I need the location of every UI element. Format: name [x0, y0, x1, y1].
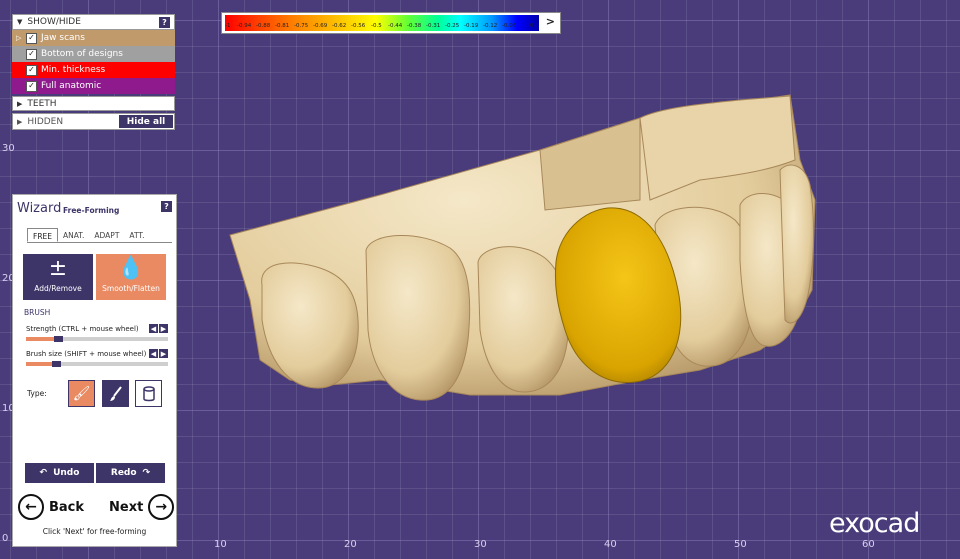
scale-tick: -0.69	[313, 23, 328, 29]
cylinder-icon	[142, 385, 155, 401]
redo-button[interactable]: Redo ↷	[96, 463, 165, 483]
brush-size-slider[interactable]	[26, 361, 168, 367]
type-label: Type:	[27, 389, 47, 398]
add-remove-button[interactable]: ± Add/Remove	[23, 254, 93, 300]
undo-icon: ↶	[39, 468, 48, 478]
scale-tick: -0.31	[426, 23, 441, 29]
scale-tick: -0.5	[371, 23, 382, 29]
smooth-flatten-button[interactable]: 💧 Smooth/Flatten	[96, 254, 166, 300]
back-button[interactable]: ← Back	[18, 493, 84, 521]
undo-button[interactable]: ↶ Undo	[25, 463, 94, 483]
layer-row-jaw-scans[interactable]: ▷ ✓ Jaw scans	[12, 30, 175, 46]
scale-tick: -0.25	[445, 23, 460, 29]
scale-tick: -0.56	[351, 23, 366, 29]
redo-icon: ↷	[142, 468, 151, 478]
arrow-right-icon: →	[148, 494, 175, 520]
brush-size-label: Brush size (SHIFT + mouse wheel)	[26, 350, 147, 358]
scale-tick: -0.94	[237, 23, 252, 29]
scale-tick: 0	[530, 23, 534, 29]
smooth-flatten-label: Smooth/Flatten	[102, 284, 160, 293]
tab-adapt[interactable]: ADAPT	[89, 228, 124, 242]
teeth-section-header[interactable]: ▶ TEETH	[12, 96, 175, 111]
brush-size-increase-button[interactable]: ▶	[159, 349, 168, 358]
hidden-section: ▶ HIDDEN Hide all	[12, 113, 175, 130]
wizard-subtitle: Free-Forming	[63, 206, 120, 215]
teeth-label: TEETH	[27, 98, 57, 109]
wizard-panel: Wizard Free-Forming ? FREE ANAT. ADAPT A…	[12, 194, 177, 547]
layer-label: Min. thickness	[41, 65, 106, 75]
layer-label: Bottom of designs	[41, 49, 123, 59]
wizard-title: Wizard	[17, 201, 62, 216]
brush-size-slider-fill	[26, 362, 52, 366]
expand-triangle-icon: ▶	[17, 117, 23, 126]
hidden-label: HIDDEN	[27, 116, 64, 127]
scale-tick: -0.19	[464, 23, 479, 29]
checkbox-full-anatomic[interactable]: ✓	[26, 80, 37, 92]
strength-slider-row: Strength (CTRL + mouse wheel) ◀ ▶	[26, 324, 168, 342]
hide-all-button[interactable]: Hide all	[119, 115, 173, 128]
layer-row-min-thickness[interactable]: ✓ Min. thickness	[12, 62, 175, 78]
show-hide-panel: ▼ SHOW/HIDE ? ▷ ✓ Jaw scans ✓ Bottom of …	[12, 14, 175, 130]
color-scale-bar: -1 -0.94 -0.88 -0.81 -0.75 -0.69 -0.62 -…	[225, 15, 539, 31]
back-label: Back	[49, 499, 85, 515]
type-soft-brush-button[interactable]: 🖌	[68, 380, 95, 407]
wizard-help-button[interactable]: ?	[161, 201, 172, 212]
strength-label: Strength (CTRL + mouse wheel)	[26, 325, 139, 333]
layer-row-bottom-of-designs[interactable]: ✓ Bottom of designs	[12, 46, 175, 62]
paintbrush-icon: 🖌	[72, 385, 91, 402]
brush-icon	[109, 385, 122, 401]
show-hide-title: SHOW/HIDE	[27, 17, 81, 27]
arrow-left-icon: ←	[18, 494, 44, 520]
expand-triangle-icon: ▶	[17, 99, 23, 108]
expand-triangle-icon[interactable]: ▷	[16, 34, 26, 42]
scale-tick: -0.44	[388, 23, 403, 29]
strength-slider-fill	[26, 337, 55, 341]
checkbox-bottom-of-designs[interactable]: ✓	[26, 48, 37, 60]
layer-label: Jaw scans	[41, 33, 85, 43]
strength-decrease-button[interactable]: ◀	[149, 324, 158, 333]
scale-tick: -0.06	[502, 23, 517, 29]
checkbox-min-thickness[interactable]: ✓	[26, 64, 37, 76]
scale-tick: -0.75	[294, 23, 309, 29]
redo-label: Redo	[110, 468, 137, 478]
help-button[interactable]: ?	[159, 16, 170, 28]
layer-label: Full anatomic	[41, 81, 102, 91]
scale-tick: -1	[225, 23, 231, 29]
wizard-hint: Click 'Next' for free-forming	[42, 527, 147, 536]
show-hide-header[interactable]: ▼ SHOW/HIDE ?	[12, 14, 175, 30]
scale-expand-button[interactable]: >	[546, 15, 555, 28]
brush-size-slider-row: Brush size (SHIFT + mouse wheel) ◀ ▶	[26, 349, 168, 367]
wizard-tabs: FREE ANAT. ADAPT ATT.	[27, 228, 172, 243]
checkbox-jaw-scans[interactable]: ✓	[26, 32, 37, 44]
tooth	[779, 164, 815, 324]
layer-row-full-anatomic[interactable]: ✓ Full anatomic	[12, 78, 175, 94]
scale-tick: -0.12	[483, 23, 498, 29]
tab-anat[interactable]: ANAT.	[58, 228, 89, 242]
type-cylinder-button[interactable]	[135, 380, 162, 407]
tab-att[interactable]: ATT.	[124, 228, 149, 242]
plus-minus-icon: ±	[48, 256, 68, 281]
scale-tick: -0.38	[407, 23, 422, 29]
strength-slider[interactable]	[26, 336, 168, 342]
exocad-logo: exocad	[829, 508, 920, 539]
brush-section-label: BRUSH	[24, 308, 51, 317]
thickness-color-scale: -1 -0.94 -0.88 -0.81 -0.75 -0.69 -0.62 -…	[221, 12, 561, 34]
brush-size-decrease-button[interactable]: ◀	[149, 349, 158, 358]
scale-tick: -0.81	[275, 23, 290, 29]
add-remove-label: Add/Remove	[34, 284, 82, 293]
undo-label: Undo	[53, 468, 80, 478]
next-button[interactable]: Next →	[109, 493, 175, 521]
collapse-triangle-icon: ▼	[17, 18, 23, 26]
droplet-icon: 💧	[117, 256, 145, 281]
strength-increase-button[interactable]: ▶	[159, 324, 168, 333]
scale-tick: -0.88	[256, 23, 271, 29]
strength-slider-thumb[interactable]	[54, 336, 64, 342]
hidden-section-header[interactable]: ▶ HIDDEN	[13, 117, 119, 127]
type-fine-brush-button[interactable]	[102, 380, 129, 407]
scale-tick: -0.62	[332, 23, 347, 29]
tab-free[interactable]: FREE	[27, 228, 59, 242]
brush-size-slider-thumb[interactable]	[51, 361, 61, 367]
next-label: Next	[109, 499, 144, 515]
